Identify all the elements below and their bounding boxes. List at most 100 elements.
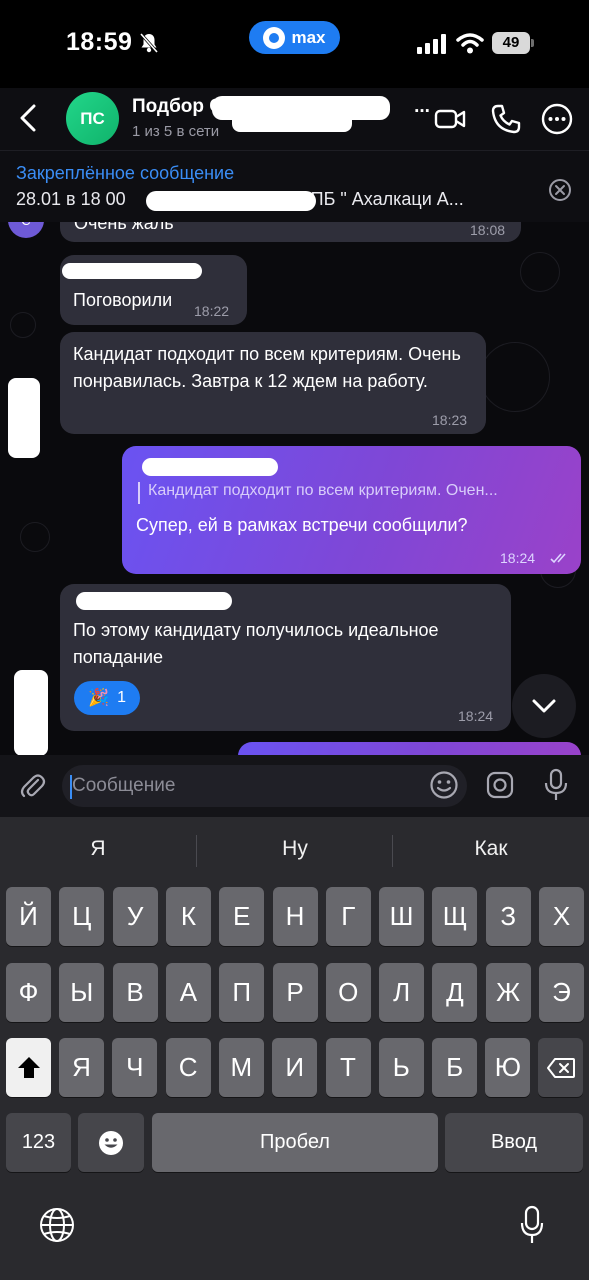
redaction-mark [14,670,48,756]
message-input[interactable] [62,765,467,807]
battery-icon: 49 [492,32,534,54]
pinned-message-bar[interactable]: Закреплённое сообщение 28.01 в 18 00 СПБ … [0,150,589,222]
letter-key[interactable]: Ш [379,887,425,946]
emoji-keyboard-key[interactable] [78,1113,144,1172]
letter-key[interactable]: Р [272,963,318,1022]
suggestion-item[interactable]: Ну [197,837,393,861]
word-suggestions: Я Ну Как [0,817,589,883]
shift-arrow-icon [17,1056,40,1078]
pinned-text-end: СПБ " Ахалкаци А... [297,189,464,209]
letter-key[interactable]: Д [432,963,478,1022]
scroll-down-button[interactable] [512,674,576,738]
letter-key[interactable]: Н [272,887,318,946]
letter-key[interactable]: И [272,1038,318,1097]
redaction-mark [146,191,316,211]
enter-key[interactable]: Ввод [445,1113,583,1172]
camera-icon[interactable] [485,770,515,800]
letter-key[interactable]: Ы [59,963,105,1022]
max-logo-icon [263,26,286,49]
paperclip-icon[interactable] [18,771,46,799]
message-bubble[interactable]: Кандидат подходит по всем критериям. Оче… [60,332,486,434]
letter-key[interactable]: Ь [378,1038,424,1097]
suggestion-item[interactable]: Я [0,837,196,861]
backspace-key[interactable] [538,1038,583,1097]
chat-title-suffix: ... [414,96,430,117]
battery-level: 49 [492,32,530,54]
message-bubble[interactable]: Очень жаль 18:08 [60,222,521,242]
video-call-icon[interactable] [433,102,467,136]
letter-key[interactable]: Й [6,887,51,946]
status-time: 18:59 [66,28,133,56]
reaction-count: 1 [117,689,127,706]
redaction-mark [142,458,278,476]
letter-key[interactable]: У [112,887,158,946]
numbers-key[interactable]: 123 [6,1113,71,1172]
letter-key[interactable]: Х [539,887,584,946]
letter-key[interactable]: Г [325,887,371,946]
reply-quote[interactable]: Кандидат подходит по всем критериям. Оче… [148,482,498,500]
party-popper-icon: 🎉 [87,688,110,707]
message-bubble[interactable]: По этому кандидату получилось идеальное … [60,584,511,731]
redaction-mark [62,263,202,279]
chat-area[interactable]: С Очень жаль 18:08 Поговорили 18:22 Канд… [0,222,589,760]
letter-key[interactable]: Ф [6,963,51,1022]
letter-key[interactable]: Ж [485,963,531,1022]
close-pinned-icon[interactable] [548,178,572,202]
cellular-signal-icon [417,34,446,54]
letter-key[interactable]: Ц [59,887,105,946]
max-app-label: max [291,27,326,47]
letter-key[interactable]: А [165,963,211,1022]
redaction-mark [76,592,232,610]
status-bar: 18:59 max 49 [0,0,589,88]
redaction-mark [8,378,40,458]
message-composer [0,755,589,817]
dictation-microphone-icon[interactable] [520,1205,544,1245]
letter-key[interactable]: Ч [112,1038,158,1097]
message-time: 18:23 [432,412,468,428]
onscreen-keyboard: Я Ну Как ЙЦУКЕНГШЩЗХ ФЫВАПРОЛДЖЭ ЯЧСМИТЬ… [0,817,589,1280]
suggestion-item[interactable]: Как [393,837,589,861]
sender-avatar[interactable]: С [8,222,44,238]
back-arrow-icon[interactable] [16,102,40,134]
letter-key[interactable]: Б [432,1038,478,1097]
globe-icon[interactable] [39,1207,75,1243]
redaction-mark [232,112,352,132]
more-options-icon[interactable] [540,102,574,136]
chat-avatar[interactable]: ПС [66,92,119,145]
letter-key[interactable]: Ю [485,1038,531,1097]
message-text: Супер, ей в рамках встречи сообщили? [136,515,468,535]
phone-call-icon[interactable] [489,102,523,136]
message-time: 18:08 [470,222,506,238]
text-cursor [70,775,72,799]
letter-key[interactable]: П [219,963,265,1022]
pinned-title: Закреплённое сообщение [16,163,235,183]
letter-key[interactable]: Е [219,887,265,946]
max-app-pill[interactable]: max [249,21,340,54]
letter-key[interactable]: Э [539,963,584,1022]
reaction-badge[interactable]: 🎉 1 [74,681,140,715]
pinned-text-start: 28.01 в 18 00 [16,189,126,209]
emoji-icon[interactable] [429,770,459,800]
space-key[interactable]: Пробел [152,1113,438,1172]
letter-key[interactable]: К [165,887,211,946]
letter-key[interactable]: М [218,1038,264,1097]
shift-key[interactable] [6,1038,51,1097]
letter-key[interactable]: Я [59,1038,104,1097]
letter-key[interactable]: С [165,1038,211,1097]
message-text: Кандидат подходит по всем критериям. Оче… [73,344,461,391]
wifi-icon [456,33,484,54]
emoji-keyboard-icon [99,1130,123,1155]
reply-bar [138,482,140,504]
online-status: 1 из 5 в сети [132,123,220,140]
letter-key[interactable]: В [112,963,158,1022]
message-bubble-outgoing[interactable]: Кандидат подходит по всем критериям. Оче… [122,446,581,574]
letter-key[interactable]: О [325,963,371,1022]
message-time: 18:24 [500,550,536,566]
letter-key[interactable]: Щ [432,887,478,946]
microphone-icon[interactable] [543,768,569,802]
letter-key[interactable]: З [485,887,531,946]
letter-key[interactable]: Т [325,1038,371,1097]
message-text: По этому кандидату получилось идеальное … [73,620,439,667]
message-bubble[interactable]: Поговорили 18:22 [60,255,247,325]
letter-key[interactable]: Л [379,963,425,1022]
